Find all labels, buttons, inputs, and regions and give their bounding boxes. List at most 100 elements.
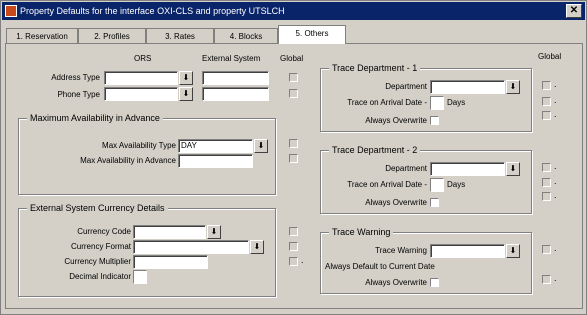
trace2-department-global-checkbox[interactable] [542, 163, 551, 172]
dot-marker: . [554, 273, 557, 283]
max-availability-advance-label: Max Availability in Advance [80, 156, 176, 165]
currency-details-group-title: External System Currency Details [27, 203, 168, 213]
trace-warning-title: Trace Warning [329, 227, 394, 237]
dot-marker: . [554, 95, 557, 105]
window-title: Property Defaults for the interface OXI-… [20, 6, 285, 16]
currency-multiplier-label: Currency Multiplier [64, 257, 131, 266]
dropdown-arrow-icon: ⬇ [509, 82, 517, 91]
currency-details-group: External System Currency Details Currenc… [18, 203, 276, 297]
dropdown-arrow-icon: ⬇ [182, 73, 190, 82]
trace1-department-global-checkbox[interactable] [542, 81, 551, 90]
trace2-overwrite-checkbox[interactable] [430, 198, 439, 207]
trace2-arrival-global-checkbox[interactable] [542, 178, 551, 187]
trace-warning-overwrite-checkbox[interactable] [430, 278, 439, 287]
trace1-overwrite-checkbox[interactable] [430, 116, 439, 125]
trace2-days-input[interactable] [430, 178, 444, 192]
trace-warning-group: Trace Warning Trace Warning ⬇ Always Def… [320, 227, 532, 294]
app-icon [5, 5, 17, 17]
trace1-overwrite-global-checkbox[interactable] [542, 111, 551, 120]
dot-marker: . [301, 255, 304, 265]
tab-profiles[interactable]: 2. Profiles [78, 28, 146, 44]
decimal-indicator-input[interactable] [133, 270, 147, 284]
dropdown-arrow-icon: ⬇ [253, 242, 261, 251]
phone-type-ors-input[interactable] [104, 87, 178, 101]
tab-rates[interactable]: 3. Rates [146, 28, 214, 44]
tab-others[interactable]: 5. Others [278, 25, 346, 44]
trace1-department-dropdown-button[interactable]: ⬇ [506, 80, 520, 94]
others-panel: ORS External System Global Address Type … [5, 43, 583, 309]
trace2-days-label: Days [447, 180, 466, 189]
trace2-department-input[interactable] [430, 162, 505, 176]
currency-code-label: Currency Code [77, 227, 131, 236]
trace2-overwrite-label: Always Overwrite [365, 198, 427, 207]
tab-reservation[interactable]: 1. Reservation [6, 28, 78, 44]
trace-warning-overwrite-label: Always Overwrite [365, 278, 427, 287]
max-availability-type-dropdown-button[interactable]: ⬇ [254, 139, 268, 153]
trace1-department-label: Department [385, 82, 427, 91]
global-column-header: Global [280, 54, 304, 63]
dot-marker: . [554, 176, 557, 186]
currency-multiplier-global-checkbox[interactable] [289, 257, 298, 266]
dropdown-arrow-icon: ⬇ [257, 141, 265, 150]
trace-department-2-group: Trace Department - 2 Department ⬇ Trace … [320, 145, 532, 214]
currency-multiplier-input[interactable] [133, 255, 208, 269]
trace-warning-overwrite-global-checkbox[interactable] [542, 275, 551, 284]
trace2-department-label: Department [385, 164, 427, 173]
always-default-current-date-label: Always Default to Current Date [325, 262, 435, 271]
dropdown-arrow-icon: ⬇ [182, 89, 190, 98]
max-availability-group-title: Maximum Availability in Advance [27, 113, 163, 123]
property-defaults-window: Property Defaults for the interface OXI-… [0, 0, 587, 315]
dropdown-arrow-icon: ⬇ [210, 227, 218, 236]
trace-warning-dropdown-button[interactable]: ⬇ [506, 244, 520, 258]
trace-department-1-title: Trace Department - 1 [329, 63, 421, 73]
dot-marker: . [554, 109, 557, 119]
trace-warning-global-checkbox[interactable] [542, 245, 551, 254]
address-type-dropdown-button[interactable]: ⬇ [179, 71, 193, 85]
trace2-overwrite-global-checkbox[interactable] [542, 192, 551, 201]
dot-marker: . [554, 243, 557, 253]
phone-type-dropdown-button[interactable]: ⬇ [179, 87, 193, 101]
dot-marker: . [554, 79, 557, 89]
max-availability-type-label: Max Availability Type [102, 141, 176, 150]
currency-format-dropdown-button[interactable]: ⬇ [250, 240, 264, 254]
tab-blocks[interactable]: 4. Blocks [214, 28, 278, 44]
trace1-overwrite-label: Always Overwrite [365, 116, 427, 125]
trace1-arrival-label: Trace on Arrival Date - [347, 98, 427, 107]
ors-column-header: ORS [134, 54, 152, 63]
title-bar: Property Defaults for the interface OXI-… [2, 2, 585, 20]
trace1-days-label: Days [447, 98, 466, 107]
decimal-indicator-label: Decimal Indicator [69, 272, 131, 281]
currency-code-input[interactable] [133, 225, 206, 239]
max-availability-group: Maximum Availability in Advance Max Avai… [18, 113, 276, 195]
trace1-arrival-global-checkbox[interactable] [542, 97, 551, 106]
currency-code-dropdown-button[interactable]: ⬇ [207, 225, 221, 239]
phone-type-global-checkbox[interactable] [289, 89, 298, 98]
address-type-ors-input[interactable] [104, 71, 178, 85]
close-button[interactable]: ✕ [566, 4, 582, 18]
dropdown-arrow-icon: ⬇ [509, 164, 517, 173]
max-availability-type-input[interactable]: DAY [178, 139, 253, 153]
phone-type-external-input[interactable] [202, 87, 269, 101]
right-global-header: Global [538, 52, 562, 61]
currency-format-global-checkbox[interactable] [289, 242, 298, 251]
dot-marker: . [554, 161, 557, 171]
address-type-global-checkbox[interactable] [289, 73, 298, 82]
address-type-label: Address Type [51, 73, 100, 82]
trace1-days-input[interactable] [430, 96, 444, 110]
trace1-department-input[interactable] [430, 80, 505, 94]
dot-marker: . [554, 190, 557, 200]
trace-warning-input[interactable] [430, 244, 505, 258]
currency-code-global-checkbox[interactable] [289, 227, 298, 236]
trace2-department-dropdown-button[interactable]: ⬇ [506, 162, 520, 176]
trace-department-2-title: Trace Department - 2 [329, 145, 421, 155]
currency-format-input[interactable] [133, 240, 249, 254]
max-availability-advance-input[interactable] [178, 154, 253, 168]
max-availability-type-global-checkbox[interactable] [289, 139, 298, 148]
trace-department-1-group: Trace Department - 1 Department ⬇ Trace … [320, 63, 532, 132]
external-system-column-header: External System [202, 54, 261, 63]
dropdown-arrow-icon: ⬇ [509, 246, 517, 255]
currency-format-label: Currency Format [70, 242, 131, 251]
max-availability-advance-global-checkbox[interactable] [289, 154, 298, 163]
address-type-external-input[interactable] [202, 71, 269, 85]
trace2-arrival-label: Trace on Arrival Date - [347, 180, 427, 189]
